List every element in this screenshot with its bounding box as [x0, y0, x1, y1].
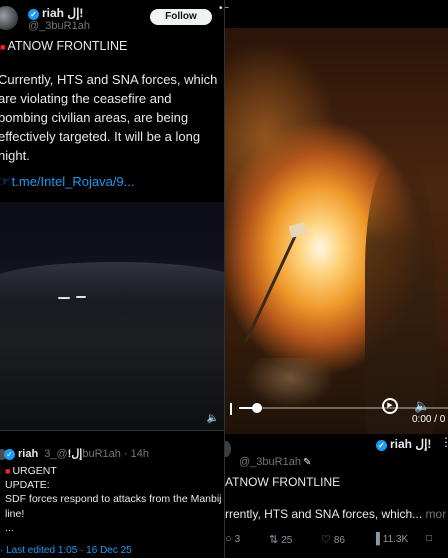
video-frame-light: [58, 297, 70, 299]
expanded-video[interactable]: ▶ 🔈 ⋮: [225, 28, 448, 434]
reply-line-4: ...: [5, 521, 14, 534]
replay-icon[interactable]: ▶: [382, 398, 398, 414]
post-link-text[interactable]: t.me/Intel_Rojava/9...: [12, 174, 135, 189]
video-frame-flag: [288, 222, 308, 238]
repost-count[interactable]: ⇅ 25: [269, 533, 292, 546]
post-body-text: rrently, HTS and SNA forces, which...: [225, 507, 423, 521]
follow-button[interactable]: Follow: [150, 9, 212, 25]
views-icon: ▐: [372, 533, 380, 545]
verified-badge-icon: ✓: [376, 440, 387, 451]
view-count[interactable]: ▐ 11.3K: [372, 533, 408, 545]
engagement-bar: ○ 3 ⇅ 25 ♡ 86 ▐ 11.3K □: [225, 533, 448, 549]
reply-line-3: SDF forces respond to attacks from the M…: [5, 493, 222, 520]
siren-emoji-icon: ■: [0, 42, 6, 52]
video-progress-track[interactable]: [255, 407, 448, 409]
author-avatar[interactable]: [225, 441, 231, 457]
reply-separator: ·: [123, 448, 128, 460]
view-count-value: 11.3K: [382, 534, 409, 545]
embedded-video[interactable]: 🔈: [0, 202, 224, 430]
show-more-link[interactable]: mor: [426, 507, 447, 521]
author-handle-row[interactable]: @_3buR1ah ✎: [239, 456, 311, 468]
author-name[interactable]: riah إل!: [42, 6, 83, 20]
repost-icon: ⇅: [269, 534, 279, 546]
verified-badge-icon: ✓: [28, 9, 39, 20]
last-edited-link[interactable]: · Last edited 1:05 · 16 Dec 25: [0, 545, 132, 556]
right-post-pane: ‾ ▶ 🔈 ⋮ 0:00 / 0 ✓riah إل! ⋮ @_3buR1ah✎ …: [225, 0, 448, 558]
video-time: 0:00 / 0: [412, 414, 446, 425]
post-link[interactable]: ☞t.me/Intel_Rojava/9...: [0, 174, 135, 190]
heart-icon: ♡: [321, 534, 331, 546]
author-name[interactable]: riah إل!: [390, 437, 431, 451]
reply-author-handle[interactable]: @_3buR1ah: [44, 448, 121, 460]
reply-icon: ○: [225, 533, 232, 545]
more-options-icon[interactable]: •: [219, 3, 223, 14]
post-title: ATNOW FRONTLINE: [225, 475, 341, 489]
reply-line-2: UPDATE:: [5, 479, 50, 492]
more-options-icon[interactable]: ⋮: [440, 435, 448, 449]
repost-count-value: 25: [281, 535, 293, 546]
post-body-preview: rrently, HTS and SNA forces, which... mo…: [225, 507, 446, 521]
author-name-row[interactable]: ✓ riah إل!: [376, 437, 431, 451]
like-count-value: 86: [333, 535, 345, 546]
video-frame-pole: [244, 232, 298, 343]
video-frame-rubble: [245, 358, 335, 408]
volume-icon[interactable]: 🔈: [414, 398, 430, 414]
left-post-pane: ✓ riah إل! @_3buR1ah Follow • ■ ATNOW FRON…: [0, 0, 225, 558]
last-edited-text[interactable]: Last edited 1:05 · 16 Dec 25: [6, 545, 132, 556]
post-title-text: ATNOW FRONTLINE: [7, 39, 128, 53]
video-progress-handle[interactable]: [252, 403, 262, 413]
reply-text: ■ URGENT UPDATE: SDF forces respond to at…: [5, 464, 223, 535]
author-handle[interactable]: @_3buR1ah: [239, 456, 301, 468]
reply-post[interactable]: ✓ riah إل!@_3buR1ah · 14h ■ URGENT UPDATE: S…: [0, 430, 224, 558]
progress-start-marker: [230, 403, 232, 415]
pointing-hand-emoji-icon: ☞: [0, 174, 10, 189]
video-frame-hills: [0, 262, 224, 302]
reply-time[interactable]: 14h: [131, 448, 149, 460]
post-title: ■ ATNOW FRONTLINE: [0, 39, 127, 53]
video-frame-figure: [365, 158, 435, 434]
reply-line-urgent: ■ URGENT: [5, 464, 223, 478]
more-controls-icon[interactable]: ⋮: [443, 396, 448, 412]
reply-count-value: 3: [234, 534, 241, 545]
volume-icon[interactable]: 🔈: [207, 413, 219, 424]
last-edited-dot: ·: [0, 545, 4, 556]
pencil-icon: ✎: [302, 457, 312, 468]
author-name-row[interactable]: ✓ riah إل!: [28, 6, 83, 20]
verified-badge-icon: ✓: [4, 449, 15, 460]
reply-header: ✓ riah إل!@_3buR1ah · 14h: [4, 447, 149, 460]
like-count[interactable]: ♡ 86: [321, 533, 345, 546]
siren-emoji-icon: ■: [5, 466, 11, 476]
reply-line-1: URGENT: [12, 465, 57, 477]
reply-count[interactable]: ○ 3: [225, 533, 240, 545]
top-edge-mark: ‾: [225, 7, 229, 18]
bookmark-icon[interactable]: □: [426, 533, 432, 544]
author-handle[interactable]: @_3buR1ah: [28, 20, 90, 32]
author-avatar[interactable]: [0, 6, 18, 30]
video-frame-light: [76, 296, 86, 298]
post-body: Currently, HTS and SNA forces, which are…: [0, 72, 218, 163]
